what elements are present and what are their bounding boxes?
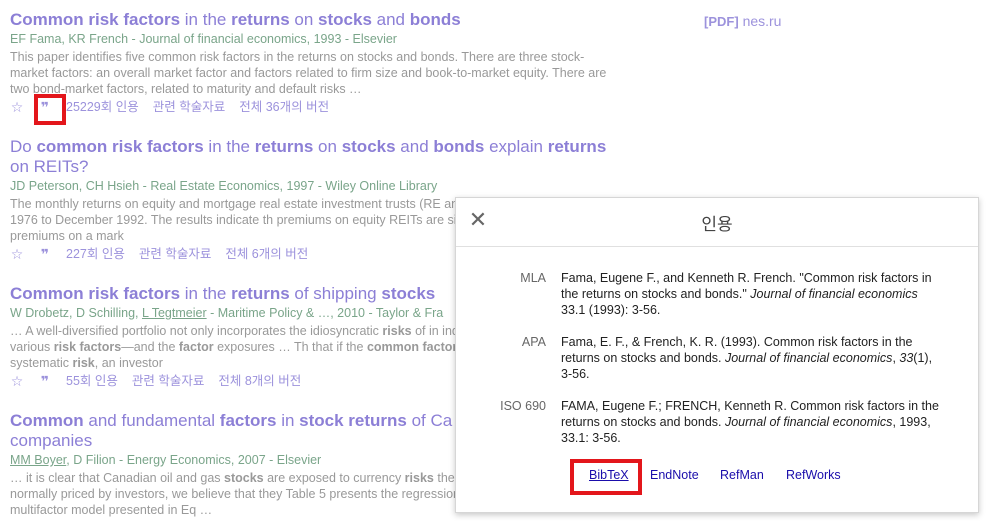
versions-link[interactable]: 전체 8개의 버전 xyxy=(218,373,301,389)
cite-dialog: ✕ 인용 MLA Fama, Eugene F., and Kenneth R.… xyxy=(455,197,979,513)
cite-dialog-header: ✕ 인용 xyxy=(456,198,978,247)
bibtex-highlight-box xyxy=(570,459,642,495)
cited-by-link[interactable]: 227회 인용 xyxy=(66,246,125,262)
citation-style-label: APA xyxy=(521,335,546,349)
cite-highlight-box xyxy=(34,94,66,125)
related-link[interactable]: 관련 학술자료 xyxy=(132,373,204,389)
citation-text[interactable]: FAMA, Eugene F.; FRENCH, Kenneth R. Comm… xyxy=(561,398,941,446)
star-icon[interactable]: ☆ xyxy=(10,373,24,389)
result-title[interactable]: Do common risk factors in the returns on… xyxy=(10,137,610,177)
quote-icon[interactable]: ❞ xyxy=(38,373,52,389)
result-snippet: This paper identifies five common risk f… xyxy=(10,50,607,96)
result-meta: EF Fama, KR French - Journal of financia… xyxy=(10,32,397,46)
pdf-tag: [PDF] xyxy=(704,14,739,29)
citation-text[interactable]: Fama, E. F., & French, K. R. (1993). Com… xyxy=(561,334,941,382)
versions-link[interactable]: 전체 36개의 버전 xyxy=(239,99,329,115)
citation-style-label: ISO 690 xyxy=(500,399,546,413)
refworks-link[interactable]: RefWorks xyxy=(786,468,841,482)
citation-style-label: MLA xyxy=(520,271,546,285)
pdf-link[interactable]: [PDF] nes.ru xyxy=(704,13,781,29)
endnote-link[interactable]: EndNote xyxy=(650,468,699,482)
pdf-domain: nes.ru xyxy=(742,13,782,29)
result-actions: ☆ ❞ 25229회 인용 관련 학술자료 전체 36개의 버전 xyxy=(10,99,610,115)
star-icon[interactable]: ☆ xyxy=(10,99,24,115)
related-link[interactable]: 관련 학술자료 xyxy=(139,246,211,262)
refman-link[interactable]: RefMan xyxy=(720,468,764,482)
cited-by-link[interactable]: 25229회 인용 xyxy=(66,99,139,115)
result-item-1: Common risk factors in the returns on st… xyxy=(10,10,610,115)
result-title[interactable]: Common risk factors in the returns on st… xyxy=(10,10,610,30)
cite-dialog-title: 인용 xyxy=(701,215,733,234)
versions-link[interactable]: 전체 6개의 버전 xyxy=(225,246,308,262)
citation-text[interactable]: Fama, Eugene F., and Kenneth R. French. … xyxy=(561,270,941,318)
cited-by-link[interactable]: 55회 인용 xyxy=(66,373,118,389)
quote-icon[interactable]: ❞ xyxy=(38,246,52,262)
star-icon[interactable]: ☆ xyxy=(10,246,24,262)
related-link[interactable]: 관련 학술자료 xyxy=(153,99,225,115)
result-meta: JD Peterson, CH Hsieh - Real Estate Econ… xyxy=(10,179,438,193)
